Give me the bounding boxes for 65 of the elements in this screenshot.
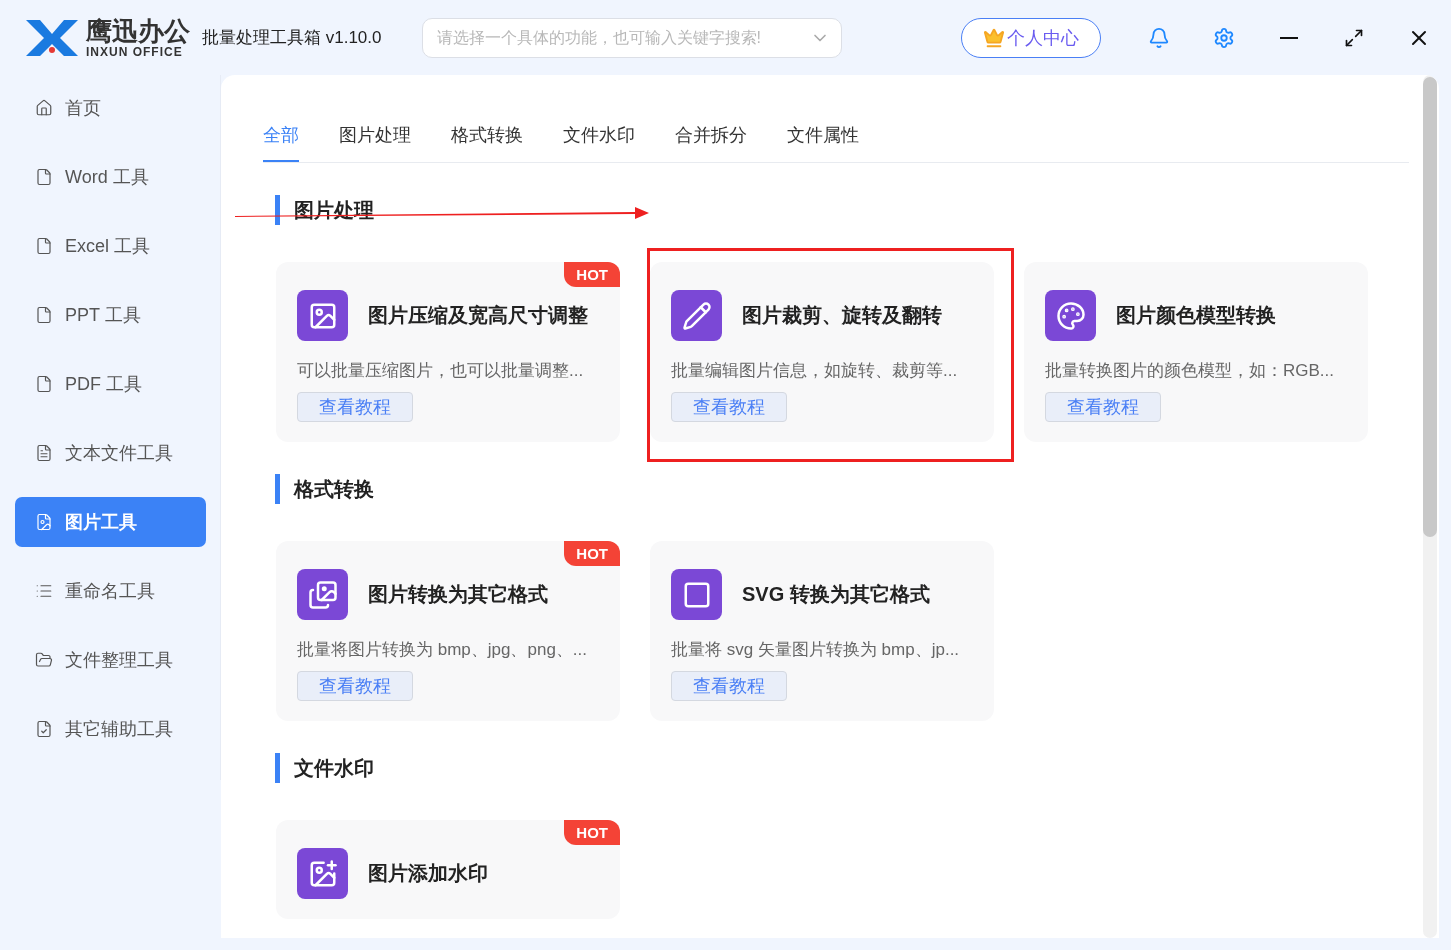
crown-icon <box>983 26 1005 49</box>
category-tab[interactable]: 文件水印 <box>563 123 635 162</box>
tool-card[interactable]: HOT 图片转换为其它格式 批量将图片转换为 bmp、jpg、png、... 查看教程 <box>276 541 620 721</box>
card-description: 批量编辑图片信息，如旋转、裁剪等... <box>671 360 959 382</box>
minimize-icon <box>1279 36 1298 39</box>
card-title: 图片裁剪、旋转及翻转 <box>742 303 942 328</box>
scrollbar[interactable] <box>1423 75 1437 938</box>
category-tab[interactable]: 全部 <box>263 123 299 162</box>
settings-icon <box>1212 26 1235 49</box>
document-icon <box>35 306 53 324</box>
brand-subtitle: INXUN OFFICE <box>86 45 184 58</box>
list-icon <box>35 582 53 600</box>
sidebar-item[interactable]: 其它辅助工具 <box>15 704 206 754</box>
category-tab[interactable]: 格式转换 <box>451 123 523 162</box>
section-title: 格式转换 <box>275 474 1409 504</box>
category-tab[interactable]: 文件属性 <box>787 123 859 162</box>
pencil-icon <box>671 290 722 341</box>
image-plus-icon <box>297 848 348 899</box>
hot-badge: HOT <box>564 262 620 287</box>
document-icon <box>35 375 53 393</box>
maximize-icon <box>1343 27 1364 48</box>
palette-icon <box>1045 290 1096 341</box>
sidebar-item[interactable]: 首页 <box>15 83 206 133</box>
card-description: 可以批量压缩图片，也可以批量调整... <box>297 360 585 382</box>
hot-badge: HOT <box>564 820 620 845</box>
sidebar-item[interactable]: PDF 工具 <box>15 359 206 409</box>
document-check-icon <box>35 720 53 738</box>
tool-card[interactable]: 图片颜色模型转换 批量转换图片的颜色模型，如：RGB... 查看教程 <box>1024 262 1368 442</box>
tool-card[interactable]: HOT 图片压缩及宽高尺寸调整 可以批量压缩图片，也可以批量调整... 查看教程 <box>276 262 620 442</box>
sidebar-item[interactable]: 图片工具 <box>15 497 206 547</box>
text-document-icon <box>35 444 53 462</box>
image-file-icon <box>35 513 53 531</box>
card-title: 图片颜色模型转换 <box>1116 303 1276 328</box>
document-icon <box>35 168 53 186</box>
bell-icon <box>1147 26 1170 49</box>
account-button[interactable]: 个人中心 <box>961 17 1101 58</box>
home-icon <box>35 99 53 117</box>
square-icon <box>671 569 722 620</box>
card-title: 图片添加水印 <box>368 861 488 886</box>
card-description: 批量将 svg 矢量图片转换为 bmp、jp... <box>671 639 961 661</box>
tool-card[interactable]: 图片裁剪、旋转及翻转 批量编辑图片信息，如旋转、裁剪等... 查看教程 <box>650 262 994 442</box>
card-description: 批量转换图片的颜色模型，如：RGB... <box>1045 360 1335 382</box>
category-tab[interactable]: 合并拆分 <box>675 123 747 162</box>
logo-icon <box>24 17 80 58</box>
folder-icon <box>35 651 53 669</box>
sidebar-item[interactable]: Excel 工具 <box>15 221 206 271</box>
brand-name: 鹰迅办公 <box>86 17 190 44</box>
sidebar-item[interactable]: 重命名工具 <box>15 566 206 616</box>
card-title: 图片转换为其它格式 <box>368 582 548 607</box>
category-tab[interactable]: 图片处理 <box>339 123 411 162</box>
tool-card[interactable]: SVG 转换为其它格式 批量将 svg 矢量图片转换为 bmp、jp... 查看教程 <box>650 541 994 721</box>
sidebar-item[interactable]: 文件整理工具 <box>15 635 206 685</box>
image-icon <box>297 290 348 341</box>
card-description: 批量将图片转换为 bmp、jpg、png、... <box>297 639 588 661</box>
sidebar-item[interactable]: PPT 工具 <box>15 290 206 340</box>
document-icon <box>35 237 53 255</box>
images-icon <box>297 569 348 620</box>
tool-card[interactable]: HOT 图片添加水印 <box>276 820 620 919</box>
card-title: 图片压缩及宽高尺寸调整 <box>368 303 588 328</box>
card-title: SVG 转换为其它格式 <box>742 582 930 607</box>
hot-badge: HOT <box>564 541 620 566</box>
section-title: 文件水印 <box>275 753 1409 783</box>
app-title: 批量处理工具箱 v1.10.0 <box>202 27 382 49</box>
sidebar-item[interactable]: Word 工具 <box>15 152 206 202</box>
sidebar-item[interactable]: 文本文件工具 <box>15 428 206 478</box>
